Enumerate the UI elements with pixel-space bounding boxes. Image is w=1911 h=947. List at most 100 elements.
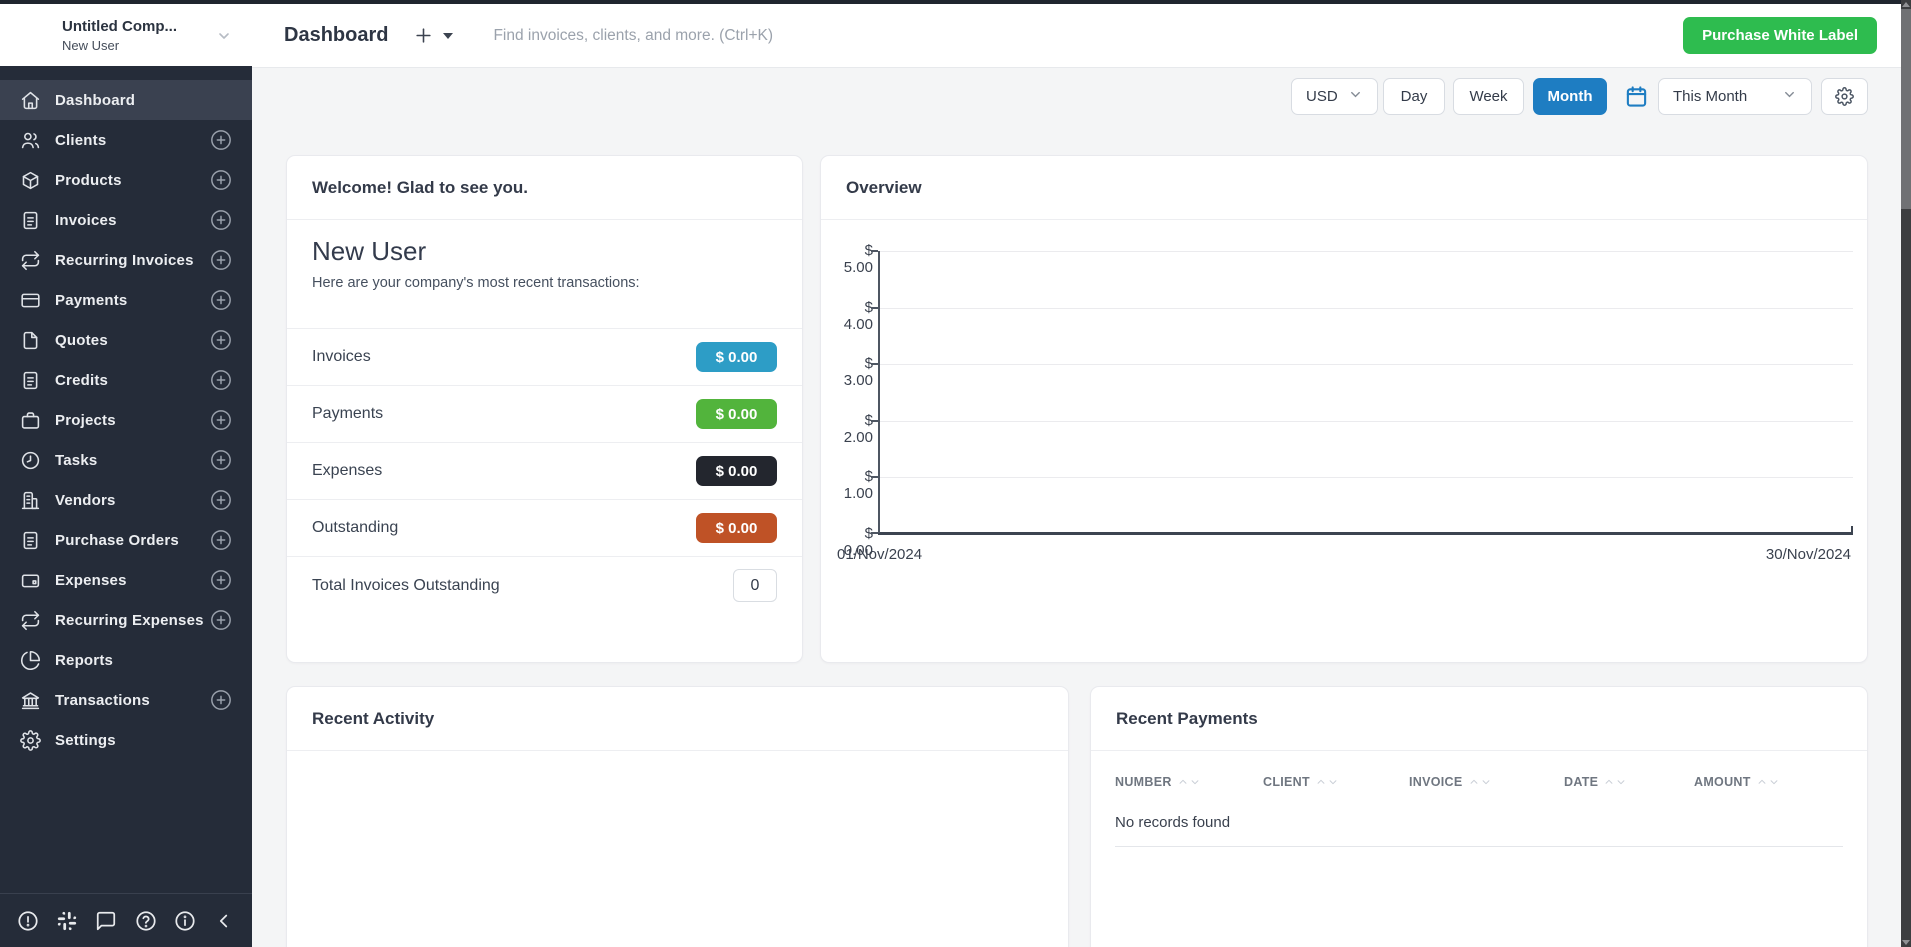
column-header-invoice[interactable]: INVOICE (1409, 775, 1564, 789)
page-title: Dashboard (284, 24, 388, 47)
chevron-down-icon (1782, 87, 1797, 106)
sidebar-item-credits[interactable]: Credits (0, 360, 252, 400)
plus-circle-icon[interactable] (210, 409, 232, 431)
plus-circle-icon[interactable] (210, 529, 232, 551)
sidebar-item-transactions[interactable]: Transactions (0, 680, 252, 720)
alert-icon[interactable] (16, 909, 40, 933)
scrollbar-up-arrow[interactable] (1902, 2, 1910, 7)
column-header-client[interactable]: CLIENT (1263, 775, 1409, 789)
plus-circle-icon[interactable] (210, 129, 232, 151)
chevron-down-icon (216, 28, 232, 49)
help-icon[interactable] (134, 909, 158, 933)
sidebar-footer (0, 893, 252, 947)
info-icon[interactable] (173, 909, 197, 933)
sidebar-item-reports[interactable]: Reports (0, 640, 252, 680)
plus-circle-icon[interactable] (210, 609, 232, 631)
sort-icons[interactable] (1316, 777, 1338, 787)
calendar-icon[interactable] (1625, 78, 1648, 115)
pie-chart-icon (20, 649, 42, 671)
plus-circle-icon[interactable] (210, 369, 232, 391)
scrollbar-thumb[interactable] (1901, 9, 1911, 209)
purchase-white-label-button[interactable]: Purchase White Label (1683, 17, 1877, 54)
sidebar-item-vendors[interactable]: Vendors (0, 480, 252, 520)
sidebar-item-purchase-orders[interactable]: Purchase Orders (0, 520, 252, 560)
sort-icons[interactable] (1757, 777, 1779, 787)
plus-circle-icon[interactable] (210, 569, 232, 591)
summary-rows: Invoices $ 0.00 Payments $ 0.00 Expenses… (287, 328, 802, 614)
chat-icon[interactable] (94, 909, 118, 933)
range-day-button[interactable]: Day (1383, 78, 1445, 115)
chevron-down-icon (1348, 87, 1363, 106)
sidebar-item-tasks[interactable]: Tasks (0, 440, 252, 480)
sidebar-item-clients[interactable]: Clients (0, 120, 252, 160)
summary-label: Expenses (312, 462, 382, 480)
column-label: AMOUNT (1694, 775, 1751, 789)
sidebar-item-expenses[interactable]: Expenses (0, 560, 252, 600)
page-scrollbar[interactable] (1901, 0, 1911, 947)
plus-circle-icon[interactable] (210, 169, 232, 191)
sidebar-item-invoices[interactable]: Invoices (0, 200, 252, 240)
recent-activity-card: Recent Activity (286, 686, 1069, 947)
company-switcher[interactable]: Untitled Comp... New User (0, 4, 252, 66)
column-header-amount[interactable]: AMOUNT (1694, 775, 1779, 789)
plus-circle-icon[interactable] (210, 489, 232, 511)
recent-activity-header: Recent Activity (287, 687, 1068, 751)
y-axis-tick (871, 363, 878, 365)
plus-circle-icon[interactable] (210, 329, 232, 351)
gridline (878, 477, 1853, 478)
sidebar-item-dashboard[interactable]: Dashboard (0, 80, 252, 120)
y-axis-tick (871, 307, 878, 309)
range-month-button[interactable]: Month (1533, 78, 1607, 115)
invoices-amount-badge[interactable]: $ 0.00 (696, 342, 777, 372)
sidebar-item-settings[interactable]: Settings (0, 720, 252, 760)
plus-circle-icon[interactable] (210, 209, 232, 231)
document-icon (20, 369, 42, 391)
collapse-icon[interactable] (212, 909, 236, 933)
gridline (878, 364, 1853, 365)
search-input[interactable] (493, 27, 1683, 45)
sort-icons[interactable] (1604, 777, 1626, 787)
sidebar-item-label: Credits (55, 372, 108, 389)
x-axis-start-label: 01/Nov/2024 (837, 546, 922, 563)
users-icon (20, 129, 42, 151)
sort-icons[interactable] (1178, 777, 1200, 787)
slack-icon[interactable] (55, 909, 79, 933)
sort-icons[interactable] (1469, 777, 1491, 787)
gridline (878, 421, 1853, 422)
sidebar-item-payments[interactable]: Payments (0, 280, 252, 320)
sidebar-item-products[interactable]: Products (0, 160, 252, 200)
x-axis-end-tick (1851, 526, 1853, 533)
overview-card-header: Overview (821, 156, 1867, 220)
currency-select[interactable]: USD (1291, 78, 1378, 115)
plus-circle-icon[interactable] (210, 289, 232, 311)
payments-amount-badge[interactable]: $ 0.00 (696, 399, 777, 429)
document-icon (20, 209, 42, 231)
sidebar-item-recurring-expenses[interactable]: Recurring Expenses (0, 600, 252, 640)
column-label: DATE (1564, 775, 1598, 789)
sidebar-item-label: Tasks (55, 452, 97, 469)
sidebar-item-projects[interactable]: Projects (0, 400, 252, 440)
expenses-amount-badge[interactable]: $ 0.00 (696, 456, 777, 486)
y-axis-tick (871, 476, 878, 478)
plus-circle-icon[interactable] (210, 689, 232, 711)
gridline (878, 308, 1853, 309)
y-axis-tick (871, 250, 878, 252)
scrollbar-down-arrow[interactable] (1902, 940, 1910, 945)
period-select[interactable]: This Month (1658, 78, 1812, 115)
dashboard-settings-button[interactable] (1821, 78, 1868, 115)
range-week-button[interactable]: Week (1453, 78, 1524, 115)
sidebar-item-label: Purchase Orders (55, 532, 179, 549)
sidebar-item-quotes[interactable]: Quotes (0, 320, 252, 360)
plus-circle-icon[interactable] (210, 249, 232, 271)
column-header-number[interactable]: NUMBER (1115, 775, 1263, 789)
outstanding-amount-badge[interactable]: $ 0.00 (696, 513, 777, 543)
main-content: USD Day Week Month This Month Welcome! G… (252, 68, 1911, 947)
summary-row-expenses: Expenses $ 0.00 (287, 443, 802, 500)
sidebar-item-label: Vendors (55, 492, 116, 509)
column-header-date[interactable]: DATE (1564, 775, 1694, 789)
summary-row-payments: Payments $ 0.00 (287, 386, 802, 443)
add-entity-button[interactable] (414, 26, 453, 45)
plus-circle-icon[interactable] (210, 449, 232, 471)
recent-payments-header: Recent Payments (1091, 687, 1867, 751)
sidebar-item-recurring-invoices[interactable]: Recurring Invoices (0, 240, 252, 280)
